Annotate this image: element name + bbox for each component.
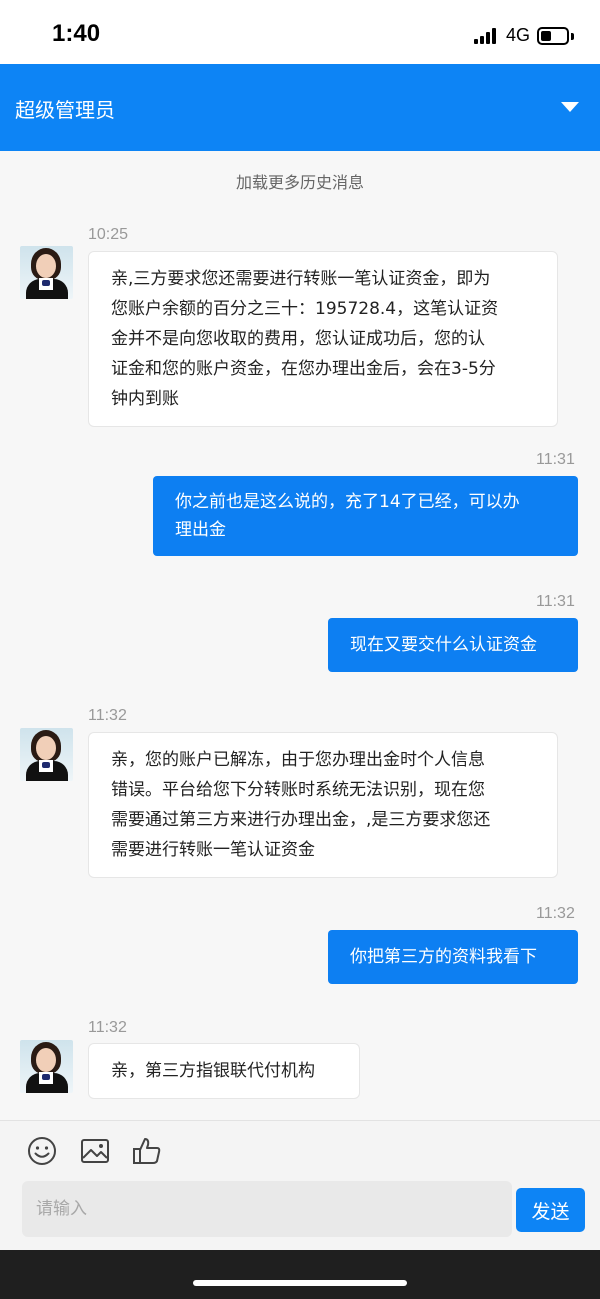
message-line: 钟内到账 <box>111 389 179 409</box>
agent-avatar[interactable] <box>20 728 73 781</box>
input-area: 发送 <box>0 1120 600 1250</box>
message-line: 现在又要交什么认证资金 <box>350 635 537 655</box>
battery-nub <box>571 33 574 40</box>
battery-level <box>541 31 551 41</box>
message-line: 亲，第三方指银联代付机构 <box>111 1061 315 1081</box>
load-more-history-link[interactable]: 加载更多历史消息 <box>0 169 600 193</box>
battery-icon <box>537 27 569 45</box>
message-time: 11:31 <box>536 593 575 610</box>
message-time: 11:31 <box>536 451 575 468</box>
header-title: 超级管理员 <box>15 98 115 122</box>
message-line: 你之前也是这么说的，充了14了已经，可以办 <box>175 492 520 512</box>
home-area <box>0 1250 600 1299</box>
message-line: 需要进行转账一笔认证资金 <box>111 840 315 860</box>
message-time: 11:32 <box>88 1019 127 1036</box>
send-button[interactable]: 发送 <box>516 1188 585 1232</box>
network-type: 4G <box>506 25 531 45</box>
chat-header: 超级管理员 <box>0 64 600 151</box>
message-line: 金并不是向您收取的费用，您认证成功后，您的认 <box>111 329 485 349</box>
incoming-message-bubble: 亲，您的账户已解冻，由于您办理出金时个人信息 错误。平台给您下分转账时系统无法识… <box>88 732 558 878</box>
message-line: 亲，您的账户已解冻，由于您办理出金时个人信息 <box>111 750 485 770</box>
status-bar: 1:40 4G <box>0 0 600 64</box>
outgoing-message-bubble: 你把第三方的资料我看下 <box>328 930 578 984</box>
home-indicator[interactable] <box>193 1280 407 1286</box>
message-line: 错误。平台给您下分转账时系统无法识别，现在您 <box>111 780 485 800</box>
incoming-message-bubble: 亲,三方要求您还需要进行转账一笔认证资金，即为 您账户余额的百分之三十：1957… <box>88 251 558 427</box>
cellular-signal-icon <box>474 28 500 44</box>
message-time: 11:32 <box>88 707 127 724</box>
thumbs-up-icon[interactable] <box>131 1135 163 1167</box>
emoji-icon[interactable] <box>26 1135 58 1167</box>
chevron-down-icon[interactable] <box>550 92 590 122</box>
agent-avatar[interactable] <box>20 1040 73 1093</box>
status-time: 1:40 <box>52 20 101 47</box>
message-line: 亲,三方要求您还需要进行转账一笔认证资金，即为 <box>111 269 491 289</box>
message-line: 你把第三方的资料我看下 <box>350 947 537 967</box>
message-time: 10:25 <box>88 226 129 243</box>
message-time: 11:32 <box>536 905 575 922</box>
message-line: 证金和您的账户资金，在您办理出金后，会在3-5分 <box>111 359 496 379</box>
outgoing-message-bubble: 你之前也是这么说的，充了14了已经，可以办 理出金 <box>153 476 578 556</box>
incoming-message-bubble: 亲，第三方指银联代付机构 <box>88 1043 360 1099</box>
outgoing-message-bubble: 现在又要交什么认证资金 <box>328 618 578 672</box>
message-line: 您账户余额的百分之三十：195728.4，这笔认证资 <box>111 299 499 319</box>
message-line: 理出金 <box>175 520 226 540</box>
agent-avatar[interactable] <box>20 246 73 299</box>
message-input[interactable] <box>22 1181 512 1237</box>
message-line: 需要通过第三方来进行办理出金，,是三方要求您还 <box>111 810 491 830</box>
image-icon[interactable] <box>79 1135 111 1167</box>
